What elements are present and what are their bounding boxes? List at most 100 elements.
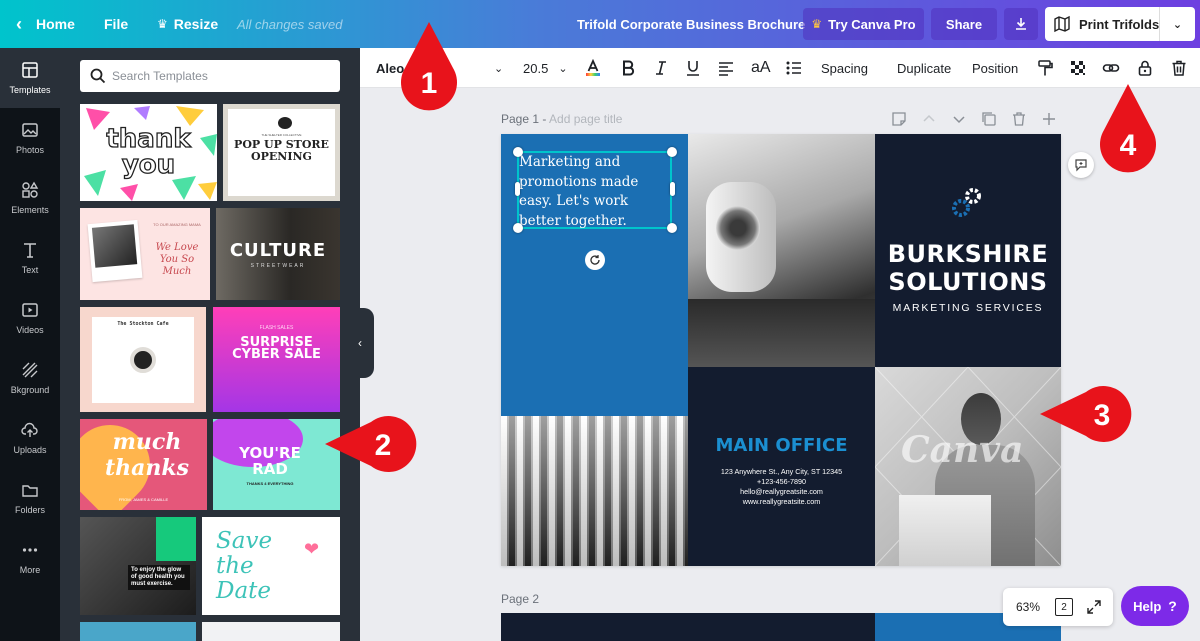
company-name-line-2[interactable]: SOLUTIONS xyxy=(875,268,1061,296)
marker-number: 1 xyxy=(421,67,438,100)
list-button[interactable] xyxy=(785,48,803,88)
template-we-love-you[interactable]: TO OUR AMAZING MAMA We Love You So Much xyxy=(80,208,210,300)
text-color-button[interactable] xyxy=(584,48,602,88)
chevron-up-icon[interactable] xyxy=(921,111,937,127)
company-name-line-1[interactable]: BURKSHIRE xyxy=(875,240,1061,268)
template-cyber-sale[interactable]: FLASH SALES SURPRISE CYBER SALE xyxy=(213,307,340,412)
page-controls xyxy=(889,110,1061,128)
page-2-title[interactable]: Page 2 xyxy=(501,592,539,606)
office-email[interactable]: hello@reallygreatsite.com xyxy=(688,487,875,496)
rail-item-text[interactable]: Text xyxy=(0,228,60,288)
file-menu-button[interactable]: File xyxy=(104,0,128,48)
side-handle[interactable] xyxy=(670,182,675,196)
try-canva-pro-button[interactable]: ♛ Try Canva Pro xyxy=(803,8,924,40)
resize-handle[interactable] xyxy=(667,223,677,233)
chevron-down-icon[interactable] xyxy=(951,111,967,127)
text-box-content[interactable]: Marketing and promotions made easy. Let'… xyxy=(519,153,669,231)
search-input[interactable] xyxy=(112,69,332,83)
align-button[interactable] xyxy=(717,48,735,88)
resize-handle[interactable] xyxy=(667,147,677,157)
resize-handle[interactable] xyxy=(513,223,523,233)
template-pop-up-store[interactable]: THE SHELTER COLLECTIVE POP UP STORE OPEN… xyxy=(223,104,340,201)
desk-surface xyxy=(688,299,875,367)
template-partial-2[interactable] xyxy=(202,622,340,641)
woman-photo[interactable]: Canva xyxy=(875,367,1061,566)
rail-item-elements[interactable]: Elements xyxy=(0,168,60,228)
transparency-button[interactable] xyxy=(1069,48,1087,88)
collapse-panel-button[interactable]: ‹ xyxy=(346,308,374,378)
speaker-photo[interactable] xyxy=(688,134,875,367)
link-button[interactable] xyxy=(1102,48,1120,88)
office-phone[interactable]: +123-456-7890 xyxy=(688,477,875,486)
template-much-thanks[interactable]: much thanks FROM, JAMES & CAMILLE xyxy=(80,419,207,510)
position-button[interactable]: Position xyxy=(972,48,1018,88)
gears-icon xyxy=(952,188,981,217)
font-size-select[interactable]: 20.5 ⌄ xyxy=(523,48,568,88)
rail-label: Videos xyxy=(16,325,44,335)
trash-icon[interactable] xyxy=(1011,111,1027,127)
download-button[interactable] xyxy=(1004,8,1038,40)
chevron-down-icon: ⌄ xyxy=(494,62,504,75)
company-tagline[interactable]: MARKETING SERVICES xyxy=(875,302,1061,314)
italic-button[interactable] xyxy=(652,48,670,88)
plus-icon[interactable] xyxy=(1041,111,1057,127)
rail-item-photos[interactable]: Photos xyxy=(0,108,60,168)
home-button[interactable]: ‹ Home xyxy=(16,0,75,48)
template-fitness-quote[interactable]: To enjoy the glow of good health you mus… xyxy=(80,517,196,615)
resize-button[interactable]: ♛ Resize xyxy=(157,0,218,48)
rail-item-templates[interactable]: Templates xyxy=(0,48,60,108)
spacing-button[interactable]: Spacing xyxy=(821,48,868,88)
add-comment-button[interactable] xyxy=(1068,152,1094,178)
template-subtitle: FLASH SALES xyxy=(259,325,294,331)
letter-case-button[interactable]: aA xyxy=(751,48,771,88)
rail-item-videos[interactable]: Videos xyxy=(0,288,60,348)
rotate-handle[interactable] xyxy=(585,250,605,270)
office-website[interactable]: www.reallygreatsite.com xyxy=(688,497,875,506)
template-stockton-cafe[interactable]: The Stockton Cafe xyxy=(80,307,206,412)
underline-button[interactable] xyxy=(684,48,702,88)
print-trifolds-button[interactable]: Print Trifolds ⌄ xyxy=(1045,7,1195,41)
document-title[interactable]: Trifold Corporate Business Brochure xyxy=(577,0,805,48)
resize-label: Resize xyxy=(173,16,219,32)
template-thank-you[interactable]: thank you xyxy=(80,104,217,201)
selected-text-box[interactable]: Marketing and promotions made easy. Let'… xyxy=(517,151,672,229)
rail-item-folders[interactable]: Folders xyxy=(0,468,60,528)
template-youre-rad[interactable]: YOU'RE RAD THANKS 4 EVERYTHING xyxy=(213,419,340,510)
rail-item-background[interactable]: Bkground xyxy=(0,348,60,408)
rail-item-uploads[interactable]: Uploads xyxy=(0,408,60,468)
share-button[interactable]: Share xyxy=(931,8,997,40)
copy-style-button[interactable] xyxy=(1036,48,1054,88)
template-title: The Stockton Cafe xyxy=(117,321,169,327)
rail-item-more[interactable]: More xyxy=(0,528,60,588)
template-partial-1[interactable] xyxy=(80,622,196,641)
template-subtitle: THE SHELTER COLLECTIVE xyxy=(261,133,302,137)
company-panel: BURKSHIRE SOLUTIONS MARKETING SERVICES xyxy=(875,134,1061,367)
duplicate-button[interactable]: Duplicate xyxy=(897,48,951,88)
side-handle[interactable] xyxy=(515,182,520,196)
template-save-the-date[interactable]: Save the Date ❤ xyxy=(202,517,340,615)
duplicate-page-icon[interactable] xyxy=(981,111,997,127)
zoom-level[interactable]: 63% xyxy=(1016,600,1040,614)
template-culture[interactable]: CULTURE STREETWEAR xyxy=(216,208,340,300)
annotation-marker-4: 4 xyxy=(1100,84,1156,173)
template-search[interactable] xyxy=(80,60,340,92)
page-1-title[interactable]: Page 1 - Add page title xyxy=(501,112,622,126)
delete-button[interactable] xyxy=(1170,48,1188,88)
help-button[interactable]: Help ? xyxy=(1121,586,1189,626)
office-address[interactable]: 123 Anywhere St., Any City, ST 12345 xyxy=(688,467,875,476)
print-dropdown[interactable]: ⌄ xyxy=(1159,7,1195,41)
bold-button[interactable] xyxy=(619,48,637,88)
template-title: Save the Date xyxy=(216,528,273,604)
lock-button[interactable] xyxy=(1136,48,1154,88)
underline-icon xyxy=(687,61,699,76)
canva-watermark: Canva xyxy=(901,429,1024,471)
fullscreen-icon[interactable] xyxy=(1086,599,1102,615)
building-photo[interactable] xyxy=(501,416,688,566)
design-page-1[interactable]: Marketing and promotions made easy. Let'… xyxy=(501,134,1061,566)
note-icon[interactable] xyxy=(891,111,907,127)
main-office-heading[interactable]: MAIN OFFICE xyxy=(688,435,875,456)
design-page-2[interactable] xyxy=(501,613,1061,641)
rail-label: Uploads xyxy=(13,445,47,455)
resize-handle[interactable] xyxy=(513,147,523,157)
page-count-button[interactable]: 2 xyxy=(1055,598,1073,616)
